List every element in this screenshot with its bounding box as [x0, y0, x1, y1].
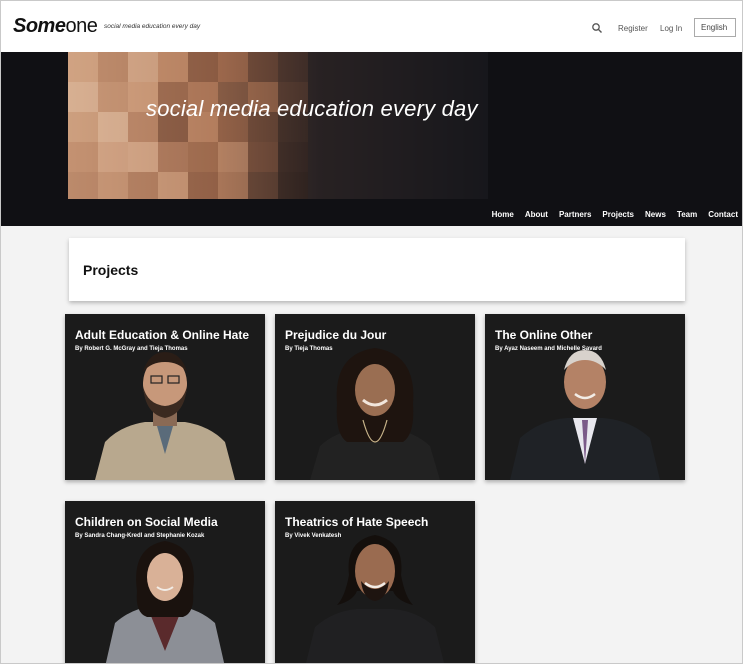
- logo-light: one: [65, 15, 98, 37]
- project-authors: By Ayaz Naseem and Michelle Savard: [495, 346, 602, 352]
- project-card-theatrics-hate-speech[interactable]: Theatrics of Hate Speech By Vivek Venkat…: [275, 501, 475, 663]
- nav-home[interactable]: Home: [492, 210, 514, 219]
- search-icon[interactable]: [591, 22, 603, 34]
- site-tagline: social media education every day: [104, 23, 201, 30]
- project-card-adult-education[interactable]: Adult Education & Online Hate By Robert …: [65, 314, 265, 480]
- logo-bold: Some: [13, 15, 66, 37]
- language-select[interactable]: English: [694, 18, 736, 37]
- register-link[interactable]: Register: [618, 24, 648, 33]
- nav-partners[interactable]: Partners: [559, 210, 591, 219]
- pixelated-face-image: [68, 52, 488, 199]
- project-title: Adult Education & Online Hate: [75, 328, 250, 342]
- hero-headline: social media education every day: [146, 96, 478, 121]
- project-title: Prejudice du Jour: [285, 328, 387, 342]
- nav-projects[interactable]: Projects: [602, 210, 634, 219]
- page-title: Projects: [83, 262, 139, 278]
- nav-contact[interactable]: Contact: [708, 210, 738, 219]
- project-authors: By Sandra Chang-Kredl and Stephanie Koza…: [75, 533, 205, 539]
- projects-header: Projects: [69, 238, 685, 301]
- hero-banner: social media education every day Home Abo…: [1, 52, 742, 226]
- project-title: Theatrics of Hate Speech: [285, 515, 429, 529]
- project-authors: By Tieja Thomas: [285, 346, 333, 352]
- login-link[interactable]: Log In: [660, 24, 682, 33]
- project-title: The Online Other: [495, 328, 593, 342]
- project-card-children-social-media[interactable]: Children on Social Media By Sandra Chang…: [65, 501, 265, 663]
- project-title: Children on Social Media: [75, 515, 218, 529]
- project-card-prejudice[interactable]: Prejudice du Jour By Tieja Thomas: [275, 314, 475, 480]
- nav-team[interactable]: Team: [677, 210, 697, 219]
- top-bar: Someone social media education every day…: [1, 1, 742, 52]
- nav-news[interactable]: News: [645, 210, 666, 219]
- project-authors: By Vivek Venkatesh: [285, 533, 342, 539]
- site-logo[interactable]: Someone: [13, 14, 98, 38]
- nav-about[interactable]: About: [525, 210, 548, 219]
- main-nav: Home About Partners Projects News Team Contact: [481, 210, 738, 222]
- project-authors: By Robert G. McGray and Tieja Thomas: [75, 346, 188, 352]
- page-frame: Someone social media education every day…: [0, 0, 743, 664]
- project-card-online-other[interactable]: The Online Other By Ayaz Naseem and Mich…: [485, 314, 685, 480]
